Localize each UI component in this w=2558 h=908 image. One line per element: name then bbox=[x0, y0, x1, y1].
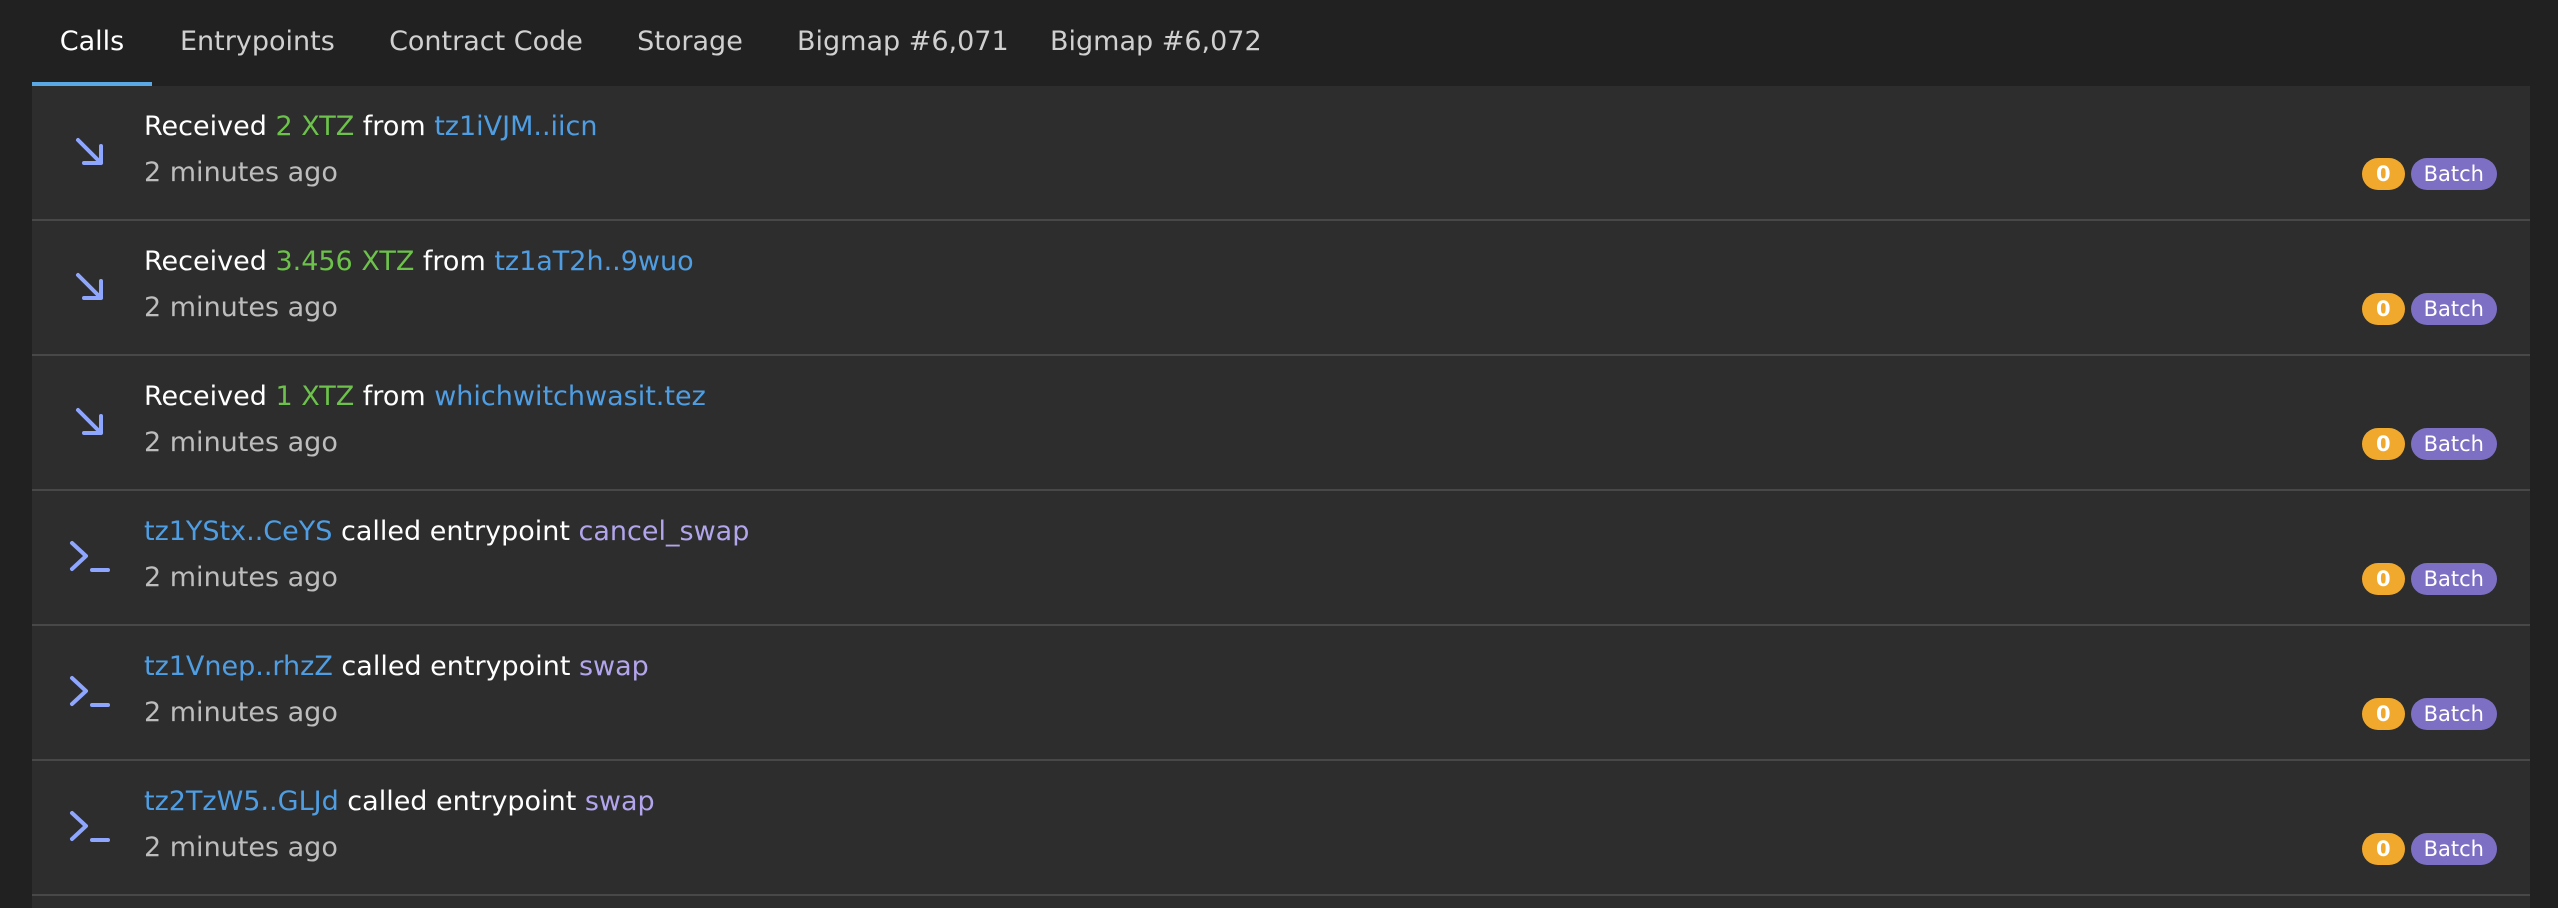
timestamp: 2 minutes ago bbox=[144, 427, 338, 458]
batch-badge: Batch bbox=[2410, 293, 2497, 325]
count-badge: 0 bbox=[2362, 563, 2405, 595]
list-item[interactable]: tz1YStx..CeYS called entrypoint cancel_s… bbox=[32, 491, 2530, 626]
batch-badge: Batch bbox=[2410, 158, 2497, 190]
tab-bar: Calls Entrypoints Contract Code Storage … bbox=[0, 0, 2558, 86]
operation-summary: Received 1 XTZ from whichwitchwasit.tez bbox=[144, 381, 706, 412]
operation-summary: Received 2 XTZ from tz1iVJM..iicn bbox=[144, 111, 598, 142]
tab-calls[interactable]: Calls bbox=[32, 0, 152, 86]
badge-group: 0 Batch bbox=[2362, 293, 2497, 325]
count-badge: 0 bbox=[2362, 293, 2405, 325]
count-badge: 0 bbox=[2362, 698, 2405, 730]
tab-contract-code[interactable]: Contract Code bbox=[388, 0, 584, 86]
operation-summary: tz1Vnep..rhzZ called entrypoint swap bbox=[144, 651, 649, 682]
arrow-down-right-icon bbox=[62, 259, 118, 315]
operation-verb: Received bbox=[144, 246, 276, 277]
badge-group: 0 Batch bbox=[2362, 833, 2497, 865]
operation-summary: Received 3.456 XTZ from tz1aT2h..9wuo bbox=[144, 246, 694, 277]
caller-address-link[interactable]: tz1YStx..CeYS bbox=[144, 516, 332, 547]
timestamp: 2 minutes ago bbox=[144, 157, 338, 188]
sender-address-link[interactable]: tz1aT2h..9wuo bbox=[494, 246, 693, 277]
terminal-prompt-icon bbox=[62, 664, 118, 720]
arrow-down-right-icon bbox=[62, 124, 118, 180]
count-badge: 0 bbox=[2362, 158, 2405, 190]
operation-connector: from bbox=[354, 111, 435, 142]
operation-summary: tz1YStx..CeYS called entrypoint cancel_s… bbox=[144, 516, 749, 547]
timestamp: 2 minutes ago bbox=[144, 832, 338, 863]
batch-badge: Batch bbox=[2410, 563, 2497, 595]
terminal-prompt-icon bbox=[62, 799, 118, 855]
entrypoint-name[interactable]: swap bbox=[585, 786, 655, 817]
tab-storage[interactable]: Storage bbox=[637, 0, 743, 86]
list-item[interactable]: Received 1 XTZ from whichwitchwasit.tez … bbox=[32, 356, 2530, 491]
operation-connector: called entrypoint bbox=[332, 651, 579, 682]
list-item[interactable]: tz1Vnep..rhzZ called entrypoint swap 2 m… bbox=[32, 626, 2530, 761]
count-badge: 0 bbox=[2362, 833, 2405, 865]
caller-address-link[interactable]: tz2TzW5..GLJd bbox=[144, 786, 339, 817]
batch-badge: Batch bbox=[2410, 833, 2497, 865]
timestamp: 2 minutes ago bbox=[144, 562, 338, 593]
amount: 1 XTZ bbox=[275, 381, 355, 412]
tab-entrypoints[interactable]: Entrypoints bbox=[180, 0, 335, 86]
list-item[interactable]: Received 2 XTZ from tz1iVJM..iicn 2 minu… bbox=[32, 86, 2530, 221]
timestamp: 2 minutes ago bbox=[144, 292, 338, 323]
amount: 3.456 XTZ bbox=[275, 246, 415, 277]
badge-group: 0 Batch bbox=[2362, 428, 2497, 460]
list-item[interactable]: Received 3.456 XTZ from tz1aT2h..9wuo 2 … bbox=[32, 221, 2530, 356]
operation-verb: Received bbox=[144, 111, 276, 142]
caller-address-link[interactable]: tz1Vnep..rhzZ bbox=[144, 651, 333, 682]
operation-connector: from bbox=[354, 381, 435, 412]
operation-connector: called entrypoint bbox=[338, 786, 585, 817]
sender-address-link[interactable]: whichwitchwasit.tez bbox=[434, 381, 706, 412]
operations-list: Received 2 XTZ from tz1iVJM..iicn 2 minu… bbox=[32, 86, 2530, 908]
operation-verb: Received bbox=[144, 381, 276, 412]
count-badge: 0 bbox=[2362, 428, 2405, 460]
badge-group: 0 Batch bbox=[2362, 158, 2497, 190]
entrypoint-name[interactable]: cancel_swap bbox=[579, 516, 750, 547]
operation-connector: called entrypoint bbox=[332, 516, 579, 547]
tab-bigmap-6072[interactable]: Bigmap #6,072 bbox=[1050, 0, 1262, 86]
operation-summary: tz2TzW5..GLJd called entrypoint swap bbox=[144, 786, 655, 817]
amount: 2 XTZ bbox=[275, 111, 355, 142]
sender-address-link[interactable]: tz1iVJM..iicn bbox=[434, 111, 597, 142]
tab-bigmap-6071[interactable]: Bigmap #6,071 bbox=[797, 0, 1009, 86]
operation-connector: from bbox=[414, 246, 495, 277]
list-item[interactable]: tz2TzW5..GLJd called entrypoint swap 2 m… bbox=[32, 761, 2530, 896]
badge-group: 0 Batch bbox=[2362, 698, 2497, 730]
batch-badge: Batch bbox=[2410, 428, 2497, 460]
terminal-prompt-icon bbox=[62, 529, 118, 585]
badge-group: 0 Batch bbox=[2362, 563, 2497, 595]
batch-badge: Batch bbox=[2410, 698, 2497, 730]
arrow-down-right-icon bbox=[62, 394, 118, 450]
timestamp: 2 minutes ago bbox=[144, 697, 338, 728]
entrypoint-name[interactable]: swap bbox=[579, 651, 649, 682]
